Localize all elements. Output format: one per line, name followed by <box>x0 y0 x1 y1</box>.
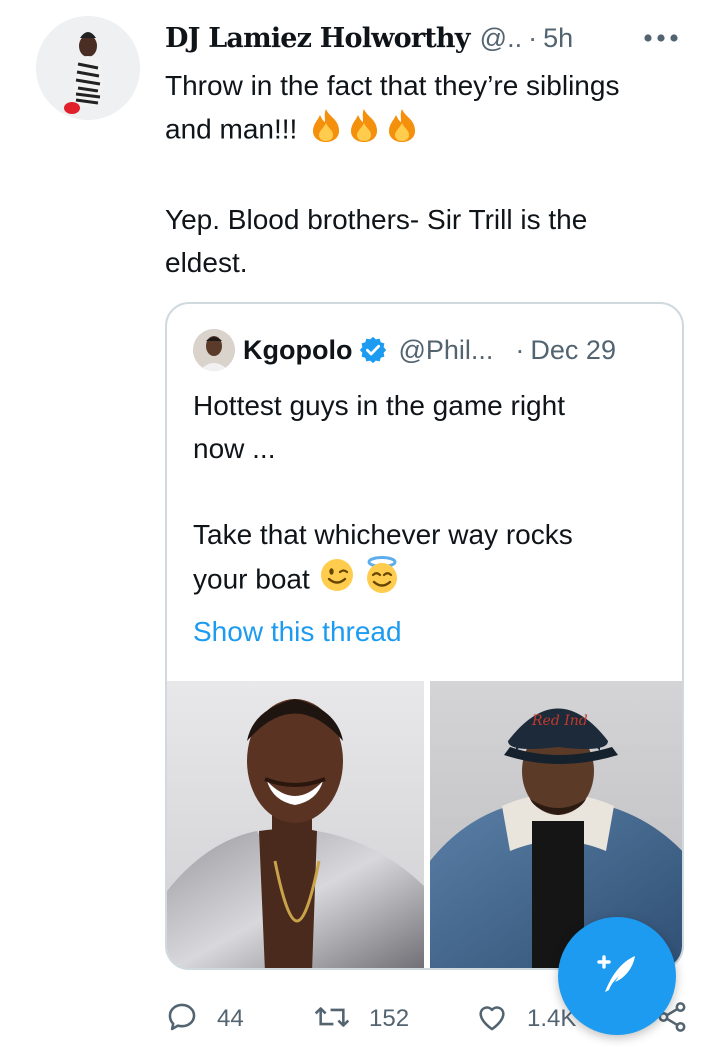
author-avatar[interactable] <box>36 16 140 120</box>
quoted-tweet-time[interactable]: Dec 29 <box>530 335 616 366</box>
retweet-count: 152 <box>369 1005 410 1032</box>
quoted-text-line: Hottest guys in the game right <box>193 390 565 421</box>
fire-emoji <box>307 107 425 155</box>
more-icon[interactable] <box>637 18 685 58</box>
smiling-face-with-halo-emoji <box>363 556 401 606</box>
tweet-text-fragment: and man!!! <box>165 113 298 145</box>
quoted-text-fragment: your boat <box>193 563 310 595</box>
tweet-text: Throw in the fact that they’re siblings … <box>165 64 705 284</box>
retweet-icon <box>313 1000 351 1039</box>
compose-tweet-button[interactable] <box>558 917 676 1035</box>
quoted-text-line: your boat <box>193 556 663 606</box>
quoted-text-line: now ... <box>193 433 276 464</box>
show-thread-link[interactable]: Show this thread <box>193 610 663 653</box>
tweet-text-line: and man!!! <box>165 107 705 155</box>
separator-dot: · <box>515 334 525 365</box>
reply-icon <box>165 1000 199 1039</box>
author-handle[interactable]: @.. <box>480 23 522 54</box>
tweet-header: DJ Lamiez Holworthy @.. · 5h <box>165 18 695 58</box>
quoted-text-line: Take that whichever way rocks <box>193 519 573 550</box>
tweet-text-line: eldest. <box>165 247 248 278</box>
winking-face-emoji <box>320 558 354 604</box>
separator-dot: · <box>528 22 538 53</box>
quoted-tweet-card[interactable]: Kgopolo @Phil... · Dec 29 Hottest guys i… <box>165 302 684 970</box>
tweet-text-line: Throw in the fact that they’re siblings <box>165 70 620 101</box>
verified-badge-icon <box>358 335 388 365</box>
compose-tweet-icon <box>589 946 645 1007</box>
like-button[interactable]: 1.4K <box>475 995 576 1043</box>
svg-text:Red Ind: Red Ind <box>531 713 588 729</box>
reply-button[interactable]: 44 <box>165 995 244 1043</box>
tweet-text-line: Yep. Blood brothers- Sir Trill is the <box>165 204 588 235</box>
tweet-time[interactable]: 5h <box>543 23 573 54</box>
like-icon <box>475 1000 509 1039</box>
quoted-tweet-text: Hottest guys in the game right now ... T… <box>193 384 663 653</box>
reply-count: 44 <box>217 1005 244 1032</box>
retweet-button[interactable]: 152 <box>313 995 409 1043</box>
portrait-photo-man-smiling[interactable] <box>167 681 424 968</box>
quoted-author-name[interactable]: Kgopolo <box>243 335 352 366</box>
quoted-author-avatar <box>193 329 235 371</box>
quoted-author-handle[interactable]: @Phil... <box>398 335 493 366</box>
author-name[interactable]: DJ Lamiez Holworthy <box>165 23 470 54</box>
quoted-tweet-header: Kgopolo @Phil... · Dec 29 <box>193 328 663 372</box>
